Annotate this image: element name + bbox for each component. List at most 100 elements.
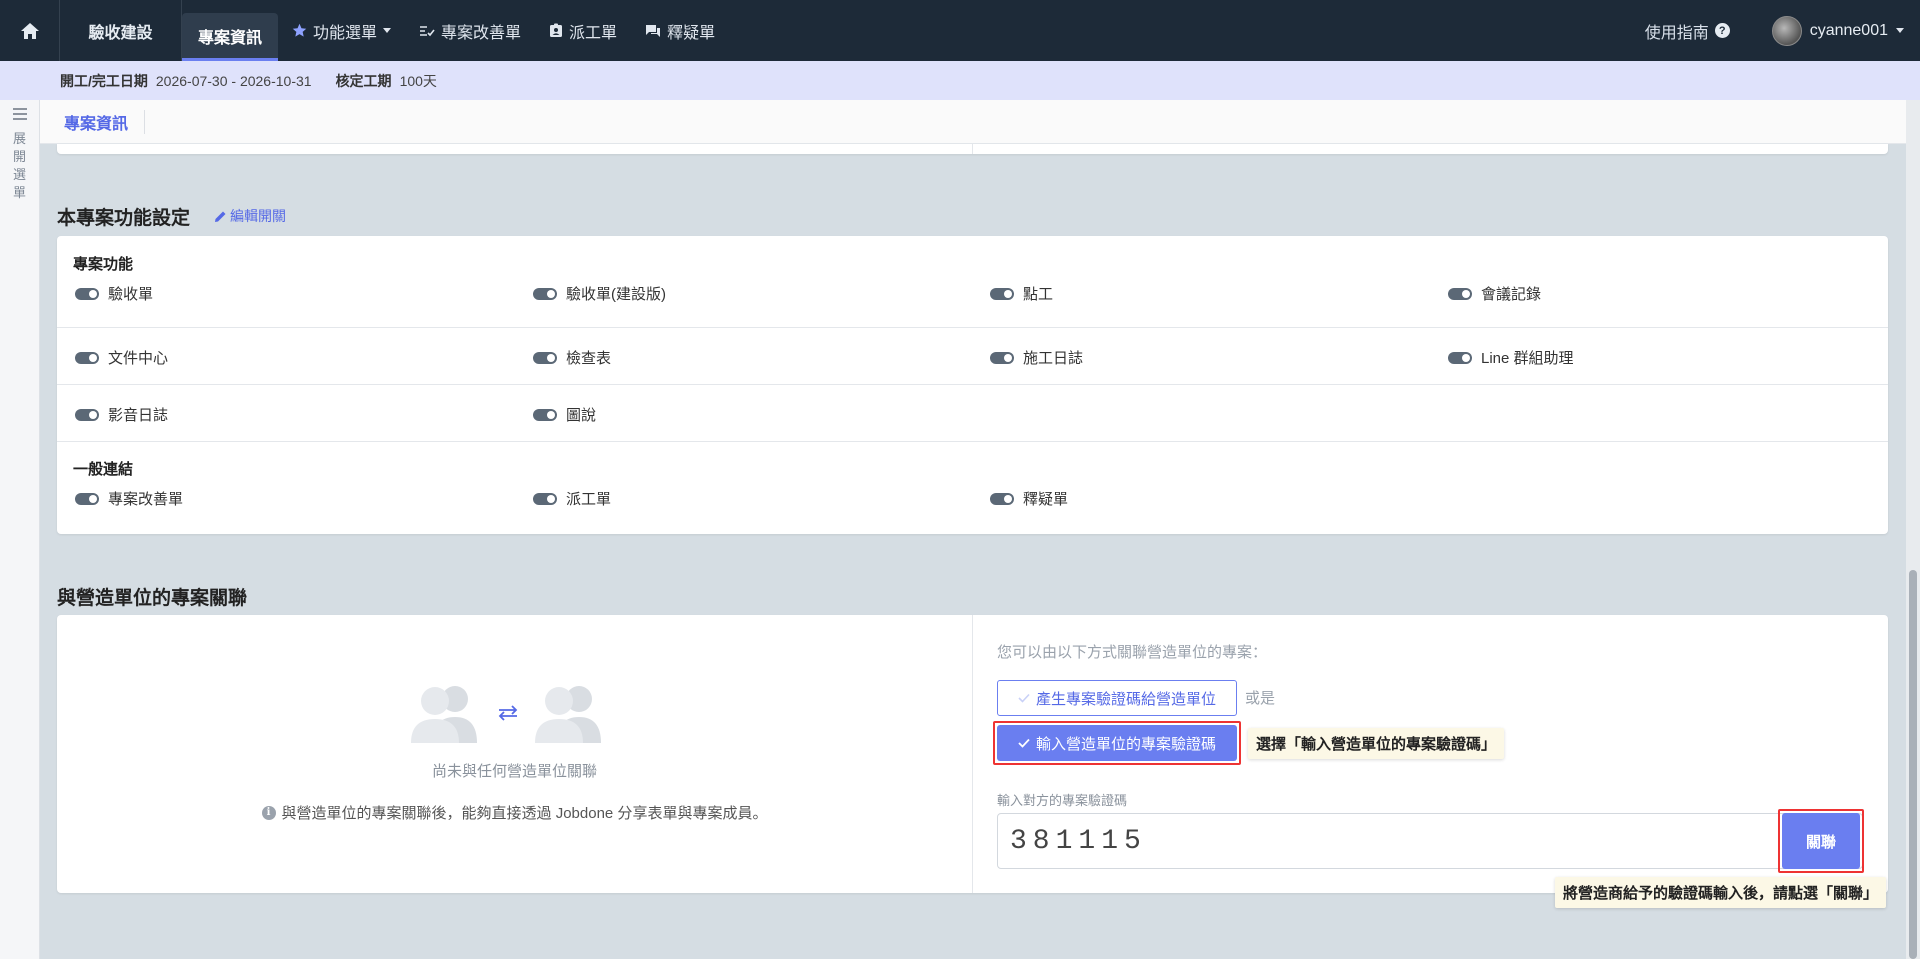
toggle-switch[interactable] — [533, 492, 557, 505]
toggle-switch[interactable] — [75, 351, 99, 364]
feature-item[interactable]: 影音日誌 — [75, 404, 168, 425]
project-brand[interactable]: 驗收建設 — [60, 0, 182, 61]
association-section-title: 與營造單位的專案關聯 — [57, 588, 248, 609]
star-icon — [292, 23, 307, 37]
toggle-switch[interactable] — [533, 408, 557, 421]
enter-code-label: 輸入營造單位的專案驗證碼 — [1035, 735, 1216, 753]
feature-item[interactable]: 驗收單 — [75, 283, 153, 304]
features-section-title: 本專案功能設定 — [57, 208, 191, 229]
feature-item[interactable]: Line 群組助理 — [1448, 347, 1574, 368]
top-navbar: 驗收建設 專案資訊 功能選單 專案改善單 派工單 釋疑單 使用指南 ? cyan… — [0, 0, 1920, 61]
association-card: 尚未與任何營造單位關聯 i 與營造單位的專案關聯後，能夠直接透過 Jobdone… — [57, 615, 1888, 893]
association-illustration — [407, 683, 609, 743]
duration-label: 核定工期 — [335, 72, 392, 89]
feature-item[interactable]: 點工 — [990, 283, 1053, 304]
feature-label: 驗收單 — [108, 286, 154, 303]
nav-tab-dispatch[interactable]: 派工單 — [535, 0, 631, 61]
feature-label: 釋疑單 — [1023, 491, 1069, 508]
feature-row: 文件中心 檢查表 施工日誌 Line 群組助理 — [57, 328, 1888, 385]
generate-code-label: 產生專案驗證碼給營造單位 — [1035, 690, 1216, 708]
feature-item[interactable]: 驗收單(建設版) — [533, 283, 666, 304]
feature-label: 施工日誌 — [1023, 350, 1084, 367]
project-info-bar: 開工/完工日期 2026-07-30 - 2026-10-31 核定工期 100… — [0, 61, 1920, 100]
tooltip-select-option: 選擇「輸入營造單位的專案驗證碼」 — [1248, 728, 1505, 759]
association-empty-text: 尚未與任何營造單位關聯 — [431, 763, 597, 780]
verification-code-input[interactable] — [997, 813, 1863, 869]
toggle-switch[interactable] — [990, 492, 1014, 505]
feature-item[interactable]: 釋疑單 — [990, 488, 1068, 509]
toggle-switch[interactable] — [990, 287, 1014, 300]
toggle-switch[interactable] — [75, 287, 99, 300]
feature-item[interactable]: 施工日誌 — [990, 347, 1083, 368]
home-icon — [20, 22, 39, 39]
edit-toggles-link[interactable]: 編輯開關 — [214, 206, 286, 226]
help-icon: ? — [1714, 23, 1730, 38]
association-note-text: 與營造單位的專案關聯後，能夠直接透過 Jobdone 分享表單與專案成員。 — [281, 805, 768, 822]
toggle-switch[interactable] — [1448, 287, 1472, 300]
nav-tab-label: 釋疑單 — [667, 24, 716, 42]
feature-row: 影音日誌 圖說 — [57, 385, 1888, 442]
tooltip-link-instruction: 將營造商給予的驗證碼輸入後，請點選「關聯」 — [1555, 877, 1887, 908]
toggle-switch[interactable] — [75, 492, 99, 505]
checklist-icon — [420, 25, 435, 36]
pencil-icon — [215, 211, 226, 222]
toggle-switch[interactable] — [990, 351, 1014, 364]
nav-tab-function-menu[interactable]: 功能選單 — [278, 0, 405, 61]
avatar — [1771, 15, 1802, 46]
toggle-switch[interactable] — [533, 351, 557, 364]
association-divider — [972, 615, 973, 893]
toggle-switch[interactable] — [75, 408, 99, 421]
association-note: i 與營造單位的專案關聯後，能夠直接透過 Jobdone 分享表單與專案成員。 — [57, 802, 972, 823]
enter-code-button[interactable]: 輸入營造單位的專案驗證碼 — [997, 725, 1237, 761]
date-label: 開工/完工日期 — [60, 72, 148, 89]
check-icon — [1018, 693, 1030, 703]
home-button[interactable] — [0, 0, 60, 61]
tab-project-info[interactable]: 專案資訊 — [64, 109, 146, 134]
feature-item[interactable]: 派工單 — [533, 488, 611, 509]
feature-label: 派工單 — [566, 491, 612, 508]
feature-label: 點工 — [1023, 286, 1054, 303]
feature-label: 專案改善單 — [108, 491, 184, 508]
generate-code-button[interactable]: 產生專案驗證碼給營造單位 — [997, 680, 1237, 716]
check-icon — [1018, 738, 1030, 748]
feature-item[interactable]: 圖說 — [533, 404, 596, 425]
swap-arrows-icon — [498, 705, 518, 721]
user-guide-link[interactable]: 使用指南 ? — [1645, 19, 1730, 43]
features-card: 專案功能 驗收單 驗收單(建設版) 點工 會議記錄 文件中心 檢查表 施工日誌 … — [57, 236, 1888, 534]
link-button[interactable]: 關聯 — [1782, 813, 1860, 869]
hamburger-menu-icon[interactable] — [12, 108, 27, 120]
feature-label: Line 群組助理 — [1481, 350, 1574, 367]
date-value: 2026-07-30 - 2026-10-31 — [155, 72, 312, 89]
expand-menu-label[interactable]: 展開選單 — [13, 130, 27, 202]
nav-right-group: 使用指南 ? cyanne001 — [1645, 0, 1920, 61]
feature-item[interactable]: 專案改善單 — [75, 488, 183, 509]
nav-tab-label: 專案資訊 — [198, 29, 263, 47]
duration-value: 100天 — [399, 72, 437, 89]
feature-label: 影音日誌 — [108, 407, 169, 424]
caret-down-icon — [1896, 27, 1904, 33]
user-menu[interactable]: cyanne001 — [1771, 15, 1904, 46]
nav-tab-clarification[interactable]: 釋疑單 — [631, 0, 729, 61]
feature-row: 專案改善單 派工單 釋疑單 — [57, 476, 1888, 533]
nav-tab-project-info[interactable]: 專案資訊 — [182, 13, 279, 61]
feature-item[interactable]: 會議記錄 — [1448, 283, 1541, 304]
scrollbar-thumb[interactable] — [1909, 570, 1917, 959]
toggle-switch[interactable] — [533, 287, 557, 300]
feature-label: 檢查表 — [566, 350, 612, 367]
badge-icon — [550, 23, 563, 37]
or-text: 或是 — [1245, 690, 1276, 707]
caret-down-icon — [383, 27, 392, 33]
toggle-switch[interactable] — [1448, 351, 1472, 364]
nav-tab-label: 專案改善單 — [441, 24, 522, 42]
feature-item[interactable]: 檢查表 — [533, 347, 611, 368]
nav-tab-improvement[interactable]: 專案改善單 — [405, 0, 535, 61]
feature-label: 會議記錄 — [1481, 286, 1542, 303]
feature-row: 驗收單 驗收單(建設版) 點工 會議記錄 — [57, 271, 1888, 328]
left-rail: 展開選單 — [0, 100, 40, 959]
feature-label: 圖說 — [566, 407, 597, 424]
feature-label: 文件中心 — [108, 350, 169, 367]
info-icon: i — [261, 805, 276, 820]
users-icon — [535, 686, 601, 743]
feature-item[interactable]: 文件中心 — [75, 347, 168, 368]
sub-header: 專案資訊 — [40, 100, 1906, 144]
